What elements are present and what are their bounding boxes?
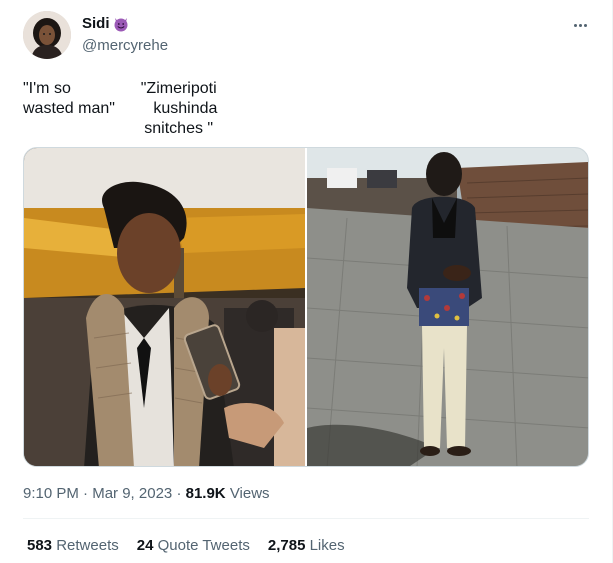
avatar[interactable] <box>23 11 71 59</box>
views-label: Views <box>229 485 270 502</box>
retweets-count: 583 <box>27 537 53 554</box>
media-photo-right[interactable] <box>307 148 588 466</box>
retweets-label: Retweets <box>56 537 119 554</box>
tweet-card: Sidi @mercyrehe "I'm so wasted man" "Zim… <box>0 0 613 563</box>
quote-tweets-stat[interactable]: 24 Quote Tweets <box>137 536 250 556</box>
tweet-time[interactable]: 9:10 PM <box>23 485 79 502</box>
likes-count: 2,785 <box>267 537 306 554</box>
user-handle[interactable]: @mercyrehe <box>82 37 168 55</box>
smiling-devil-icon <box>112 15 130 33</box>
meta-separator: · <box>83 485 89 502</box>
user-name-row[interactable]: Sidi <box>82 15 130 33</box>
retweets-stat[interactable]: 583 Retweets <box>27 536 119 556</box>
likes-stat[interactable]: 2,785 Likes <box>268 536 345 556</box>
media-photo-left[interactable] <box>24 148 305 466</box>
more-options-icon[interactable] <box>570 16 590 34</box>
divider <box>23 518 589 519</box>
tweet-metadata: 9:10 PM · Mar 9, 2023 · 81.9K Views <box>23 484 270 504</box>
tweet-text-left: "I'm so wasted man" <box>23 80 115 117</box>
likes-label: Likes <box>309 537 345 554</box>
display-name[interactable]: Sidi <box>82 15 110 33</box>
meta-separator: · <box>176 485 182 502</box>
quote-tweets-label: Quote Tweets <box>157 537 250 554</box>
tweet-date[interactable]: Mar 9, 2023 <box>92 485 172 502</box>
tweet-media[interactable] <box>23 147 589 467</box>
tweet-text-right: "Zimeripoti kushinda snitches " <box>140 80 218 137</box>
views-count: 81.9K <box>185 485 226 502</box>
quote-tweets-count: 24 <box>136 537 154 554</box>
engagement-stats: 583 Retweets 24 Quote Tweets 2,785 Likes <box>27 536 345 556</box>
